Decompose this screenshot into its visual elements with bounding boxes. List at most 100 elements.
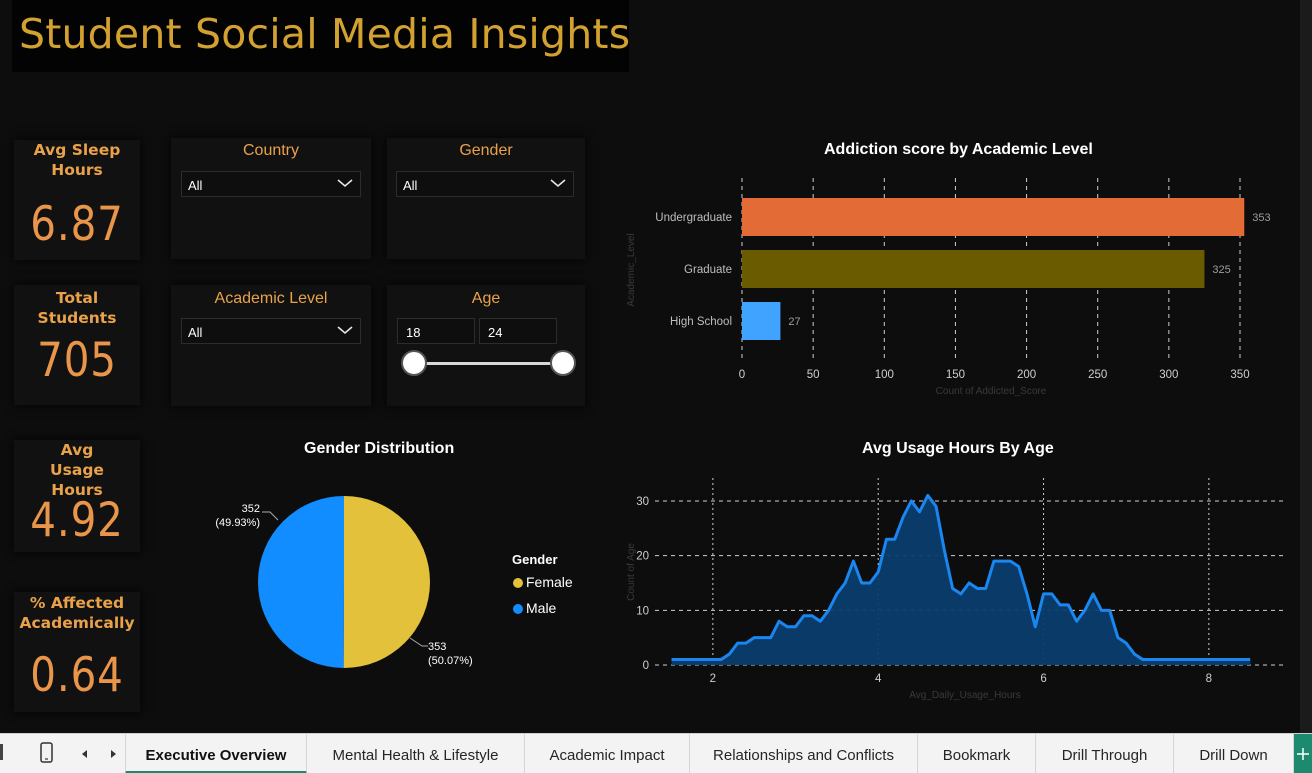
page-tab-bar: Executive Overview Mental Health & Lifes… (0, 733, 1312, 773)
kpi-label: Avg Usage Hours (50, 441, 104, 499)
gender-dropdown[interactable]: All (396, 171, 574, 197)
data-label: 27 (788, 316, 800, 328)
usage-area-chart: 0 10 20 30 2 4 6 8 Avg_Daily_Usage_Hours Count of… (626, 478, 1285, 701)
x-tick-label: 200 (1017, 369, 1036, 381)
dropdown-value: All (188, 178, 203, 193)
age-slicer: Age 18 24 (387, 285, 585, 406)
category-label: Undergraduate (655, 212, 732, 224)
x-tick-label: 6 (1040, 673, 1046, 685)
chevron-down-icon (337, 326, 353, 335)
gender-slicer: Gender All (387, 138, 585, 259)
data-label: 325 (1212, 264, 1230, 276)
y-axis-label: Academic_Level (626, 233, 637, 306)
usage-chart-title: Avg Usage Hours By Age (862, 440, 1054, 457)
kpi-label: % Affected Academically (19, 594, 135, 632)
canvas-edge (1300, 0, 1312, 733)
tab-drill-down[interactable]: Drill Down (1174, 734, 1294, 773)
leader-line (409, 637, 428, 647)
pie-legend-title: Gender (512, 552, 558, 567)
age-slider-max-handle[interactable] (550, 350, 576, 376)
pie-label-pct: (50.07%) (428, 655, 473, 667)
tab-bookmark[interactable]: Bookmark (918, 734, 1036, 773)
mobile-layout-button[interactable] (34, 734, 60, 773)
age-slider-track[interactable] (413, 362, 563, 365)
tab-drill-through[interactable]: Drill Through (1036, 734, 1174, 773)
next-page-icon (111, 750, 116, 758)
kpi-value: 4.92 (30, 493, 124, 548)
bar (742, 198, 1245, 236)
leader-line (262, 511, 279, 521)
pie-label-value: 352 (241, 503, 260, 515)
x-tick-label: 300 (1159, 369, 1178, 381)
country-slicer: Country All (171, 138, 371, 259)
y-tick-label: 30 (636, 496, 649, 508)
tab-academic-impact[interactable]: Academic Impact (525, 734, 690, 773)
addiction-bar-chart: 0 50 100 150 200 250 300 350 Undergraduate 353 Gra… (626, 178, 1271, 397)
x-tick-label: 150 (946, 369, 965, 381)
mobile-layout-icon (40, 742, 53, 763)
kpi-label: Total Students (37, 289, 117, 327)
academic-level-dropdown[interactable]: All (181, 318, 361, 344)
x-tick-label: 4 (875, 673, 882, 685)
gender-chart-title: Gender Distribution (304, 440, 455, 457)
kpi-card-avg-sleep: Avg Sleep Hours 6.87 (14, 140, 140, 260)
legend-label: Male (526, 600, 557, 616)
x-tick-label: 50 (807, 369, 820, 381)
prev-page-icon (82, 750, 87, 758)
x-axis-label: Count of Addicted_Score (936, 386, 1047, 397)
age-max-input[interactable]: 24 (479, 318, 557, 344)
age-min-value: 18 (406, 325, 421, 340)
legend-dot-female (513, 578, 523, 588)
legend-dot-male (513, 604, 523, 614)
kpi-card-avg-usage: Avg Usage Hours 4.92 (14, 440, 140, 552)
age-min-input[interactable]: 18 (397, 318, 475, 344)
chevron-down-icon (337, 179, 353, 188)
x-tick-label: 0 (739, 369, 745, 381)
pie-label-pct: (49.93%) (215, 517, 260, 529)
age-slider-min-handle[interactable] (401, 350, 427, 376)
legend-item-female[interactable]: Female (513, 574, 573, 590)
title-banner: Student Social Media Insights (12, 0, 631, 72)
tab-executive-overview[interactable]: Executive Overview (125, 734, 307, 773)
add-page-icon (1297, 748, 1309, 760)
kpi-value: 6.87 (30, 197, 124, 252)
y-axis-label: Count of Age (626, 543, 637, 601)
x-tick-label: 250 (1088, 369, 1107, 381)
slicer-title: Country (242, 142, 300, 159)
data-label: 353 (1252, 212, 1270, 224)
next-page-button[interactable] (104, 734, 122, 773)
y-tick-label: 0 (643, 660, 649, 672)
kpi-card-affected-academically: % Affected Academically 0.64 (14, 592, 140, 712)
area-fill (671, 495, 1251, 665)
y-tick-label: 20 (636, 551, 649, 563)
dropdown-value: All (188, 325, 203, 340)
tab-relationships-conflicts[interactable]: Relationships and Conflicts (690, 734, 918, 773)
chevron-down-icon (550, 179, 566, 188)
country-dropdown[interactable]: All (181, 171, 361, 197)
pie-label-female: 353 (50.07%) (428, 640, 488, 668)
edge-icon (0, 744, 3, 760)
slicer-title: Academic Level (214, 290, 328, 307)
collapse-edge (0, 734, 6, 773)
category-label: Graduate (684, 264, 732, 276)
report-title: Student Social Media Insights (19, 10, 631, 58)
pie-slice-male (258, 496, 344, 668)
x-tick-label: 100 (875, 369, 894, 381)
addiction-chart-title: Addiction score by Academic Level (824, 141, 1093, 158)
slicer-title: Gender (459, 142, 513, 159)
kpi-label: Avg Sleep Hours (33, 141, 121, 179)
pie-label-value: 353 (428, 641, 447, 653)
kpi-value: 0.64 (30, 648, 124, 703)
kpi-card-total-students: Total Students 705 (14, 285, 140, 405)
age-max-value: 24 (488, 325, 503, 340)
slicer-title: Age (471, 290, 501, 307)
prev-page-button[interactable] (76, 734, 94, 773)
legend-item-male[interactable]: Male (513, 600, 556, 616)
x-tick-label: 350 (1230, 369, 1249, 381)
tab-mental-health-lifestyle[interactable]: Mental Health & Lifestyle (307, 734, 525, 773)
dropdown-value: All (403, 178, 418, 193)
add-page-button[interactable] (1294, 734, 1312, 773)
x-tick-label: 2 (710, 673, 716, 685)
pie-label-male: 352 (49.93%) (200, 502, 260, 530)
kpi-value: 705 (37, 333, 117, 388)
